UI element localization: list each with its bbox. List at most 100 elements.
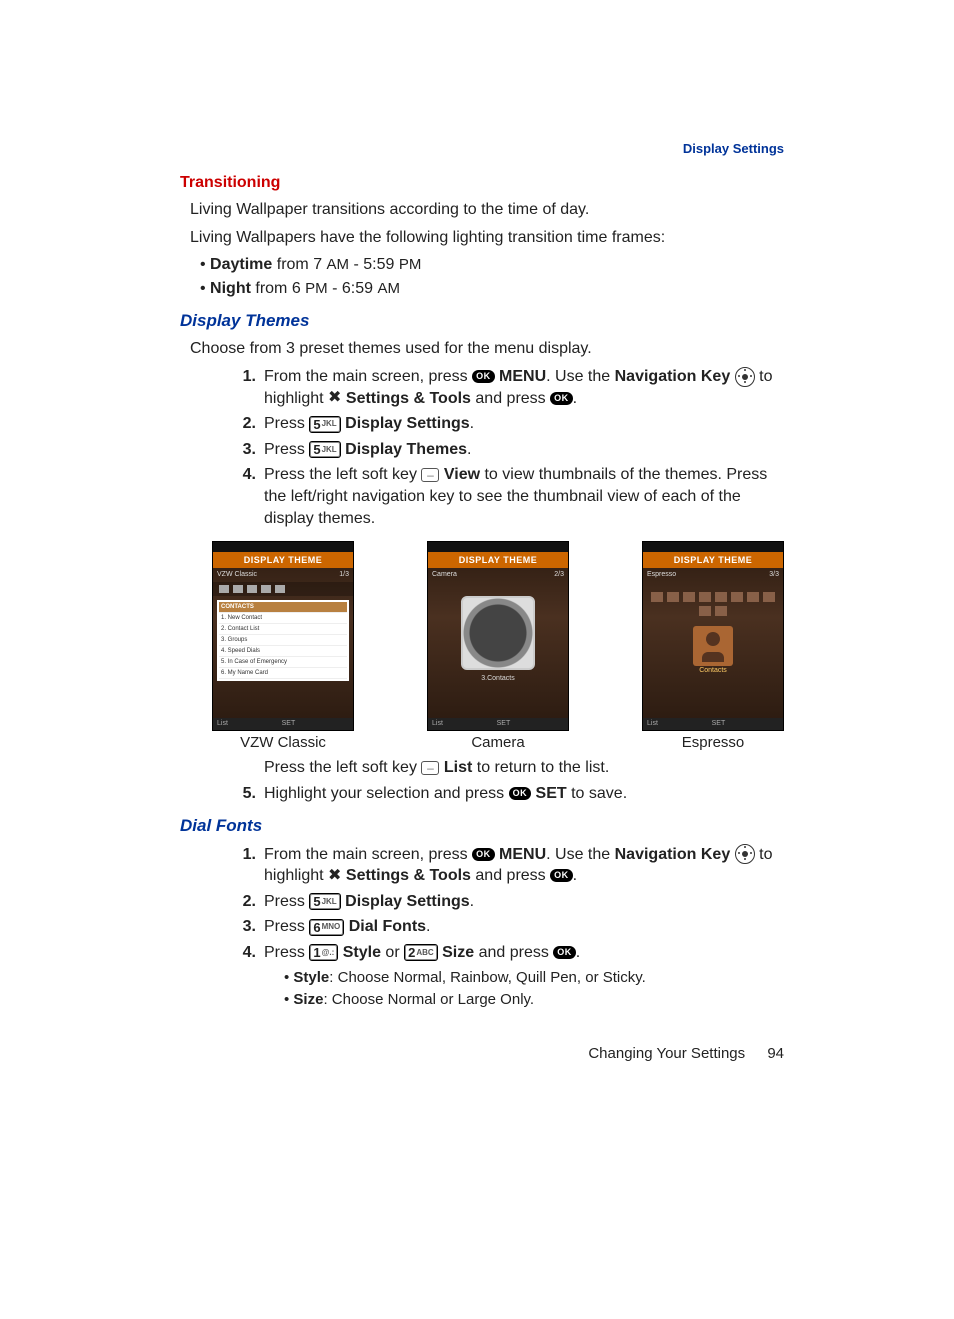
- step-number: 3.: [230, 439, 256, 461]
- list-item: 2. Contact List: [219, 624, 347, 635]
- thumb-title: DISPLAY THEME: [643, 552, 783, 568]
- text: - 6:59: [328, 280, 378, 297]
- thumb-label: Contacts: [643, 666, 783, 675]
- ok-key-icon: OK: [472, 848, 495, 861]
- label: Night: [210, 280, 251, 297]
- list-item: 5. In Case of Emergency: [219, 657, 347, 668]
- thumb-caption: VZW Classic: [212, 733, 354, 753]
- text: to return to the list.: [472, 759, 609, 776]
- text: from 6: [251, 280, 305, 297]
- digit: 5: [313, 895, 320, 908]
- view-label: View: [444, 466, 480, 483]
- text: . Use the: [546, 846, 614, 863]
- text: from 7: [272, 256, 326, 273]
- nav-key-icon: [735, 844, 755, 864]
- five-key-icon: 5JKL: [309, 441, 340, 458]
- navkey-label: Navigation Key: [615, 846, 731, 863]
- menu-label: MENU: [499, 846, 546, 863]
- para: Living Wallpaper transitions according t…: [190, 199, 784, 221]
- text: Press: [264, 918, 309, 935]
- ok-key-icon: OK: [472, 370, 495, 383]
- thumb-image: DISPLAY THEME VZW Classic 1/3 CONTACTS 1.…: [212, 541, 354, 731]
- text: . Use the: [546, 368, 614, 385]
- letters: JKL: [322, 420, 337, 428]
- text: .: [573, 390, 577, 407]
- step-body: Press 5JKL Display Settings.: [264, 413, 784, 435]
- softkey-label: SET: [282, 719, 296, 728]
- five-key-icon: 5JKL: [309, 893, 340, 910]
- nav-key-icon: [735, 367, 755, 387]
- menu-label: MENU: [499, 368, 546, 385]
- pm-label: PM: [305, 280, 328, 297]
- set-label: SET: [536, 785, 567, 802]
- text: to save.: [567, 785, 627, 802]
- style-label: Style: [343, 944, 381, 961]
- size-label: Size: [293, 991, 323, 1008]
- digit: 2: [408, 946, 415, 959]
- text: and press: [471, 867, 550, 884]
- softkey-label: SET: [497, 719, 511, 728]
- step-number: 4.: [230, 942, 256, 1014]
- step-number: 4.: [230, 464, 256, 529]
- softkey-label: List: [217, 719, 228, 728]
- para: Living Wallpapers have the following lig…: [190, 227, 784, 249]
- step-body: Press the left soft key List to return t…: [264, 757, 784, 779]
- step-body: Highlight your selection and press OK SE…: [264, 783, 784, 805]
- heading-display-themes: Display Themes: [180, 310, 784, 333]
- thumb-sub: Camera: [432, 570, 457, 579]
- style-label: Style: [293, 969, 329, 986]
- thumb-caption: Espresso: [642, 733, 784, 753]
- five-key-icon: 5JKL: [309, 416, 340, 433]
- step-number: 2.: [230, 891, 256, 913]
- ok-key-icon: OK: [550, 392, 573, 405]
- softkey-label: List: [432, 719, 443, 728]
- heading-dial-fonts: Dial Fonts: [180, 815, 784, 838]
- thumb-vzw-classic: DISPLAY THEME VZW Classic 1/3 CONTACTS 1.…: [212, 541, 354, 753]
- thumb-sub: VZW Classic: [217, 570, 257, 579]
- letters: JKL: [322, 898, 337, 906]
- am-label: AM: [377, 280, 400, 297]
- bullet: • Daytime from 7 AM - 5:59 PM: [200, 254, 784, 276]
- six-key-icon: 6MNO: [309, 919, 344, 936]
- tools-icon: ✖: [328, 868, 341, 884]
- text: .: [576, 944, 580, 961]
- text: : Choose Normal or Large Only.: [323, 991, 534, 1008]
- list-item: 6. My Name Card: [219, 668, 347, 679]
- settings-tools-label: Settings & Tools: [346, 390, 471, 407]
- digit: 1: [313, 946, 320, 959]
- text: Press: [264, 415, 309, 432]
- list-item: 3. Groups: [219, 635, 347, 646]
- chapter-title: Changing Your Settings: [588, 1045, 745, 1062]
- heading-transitioning: Transitioning: [180, 172, 784, 194]
- text: From the main screen, press: [264, 846, 472, 863]
- digit: 5: [313, 443, 320, 456]
- text: and press: [474, 944, 553, 961]
- ok-key-icon: OK: [553, 946, 576, 959]
- text: Press the left soft key: [264, 759, 421, 776]
- step-number: 1.: [230, 366, 256, 409]
- step-body: Press 1@.: Style or 2ABC Size and press …: [264, 942, 784, 1014]
- dial-fonts-label: Dial Fonts: [349, 918, 426, 935]
- list-header: CONTACTS: [219, 602, 347, 613]
- sub-bullet: • Size: Choose Normal or Large Only.: [284, 990, 784, 1010]
- softkey-label: List: [647, 719, 658, 728]
- text: From the main screen, press: [264, 368, 472, 385]
- thumb-image: DISPLAY THEME Espresso3/3 Contacts ListS…: [642, 541, 784, 731]
- list-item: 1. New Contact: [219, 613, 347, 624]
- sub-bullet: • Style: Choose Normal, Rainbow, Quill P…: [284, 968, 784, 988]
- list-label: List: [444, 759, 472, 776]
- thumb-count: 2/3: [554, 570, 564, 579]
- step-body: Press 5JKL Display Themes.: [264, 439, 784, 461]
- thumb-label: 3.Contacts: [428, 674, 568, 683]
- text: and press: [471, 390, 550, 407]
- thumb-espresso: DISPLAY THEME Espresso 3/3 Contacts List S…: [642, 541, 784, 753]
- settings-tools-label: Settings & Tools: [346, 867, 471, 884]
- thumb-count: 3/3: [769, 570, 779, 579]
- thumb-title: DISPLAY THEME: [213, 552, 353, 568]
- thumb-count: 1/3: [339, 570, 349, 579]
- digit: 5: [313, 418, 320, 431]
- softkey-label: SET: [712, 719, 726, 728]
- pm-label: PM: [399, 256, 422, 273]
- thumb-image: DISPLAY THEME Camera2/3 3.Contacts ListS…: [427, 541, 569, 731]
- two-key-icon: 2ABC: [404, 944, 438, 961]
